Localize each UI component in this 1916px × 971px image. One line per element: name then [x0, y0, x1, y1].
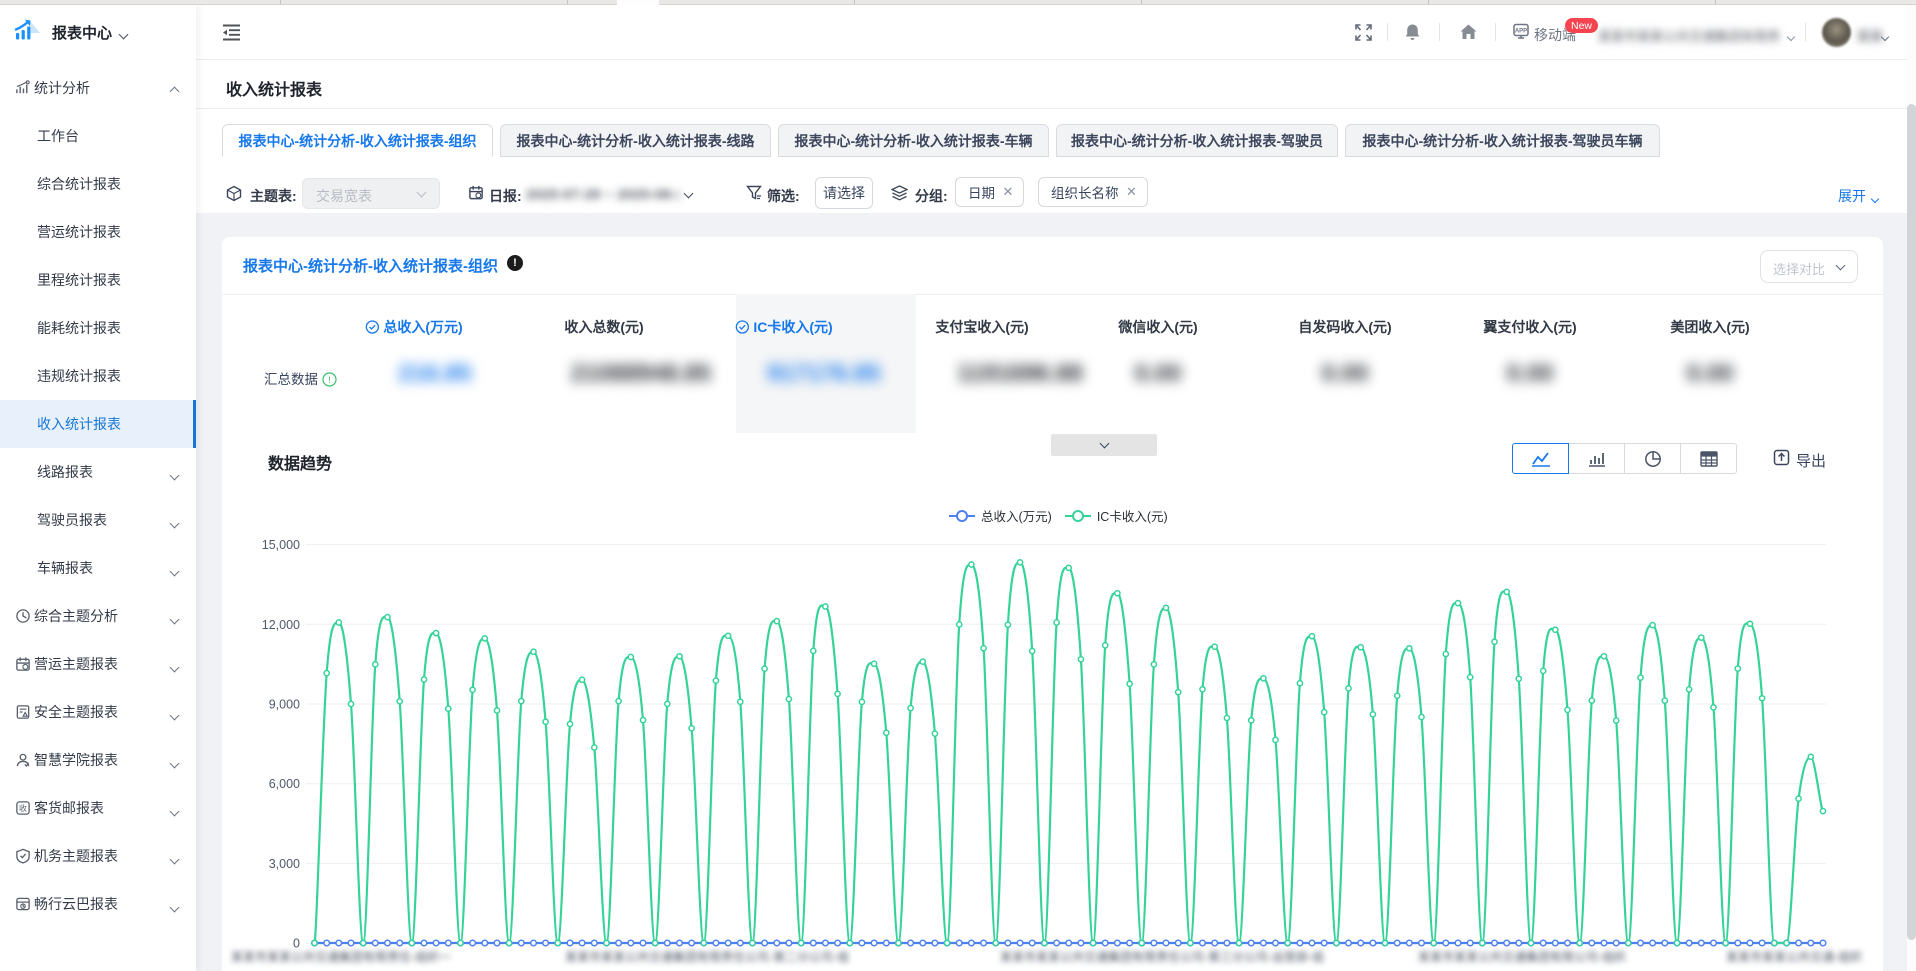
svg-text:APP: APP: [1515, 29, 1527, 35]
svg-text:!: !: [328, 375, 331, 385]
svg-text:收: 收: [19, 803, 27, 813]
